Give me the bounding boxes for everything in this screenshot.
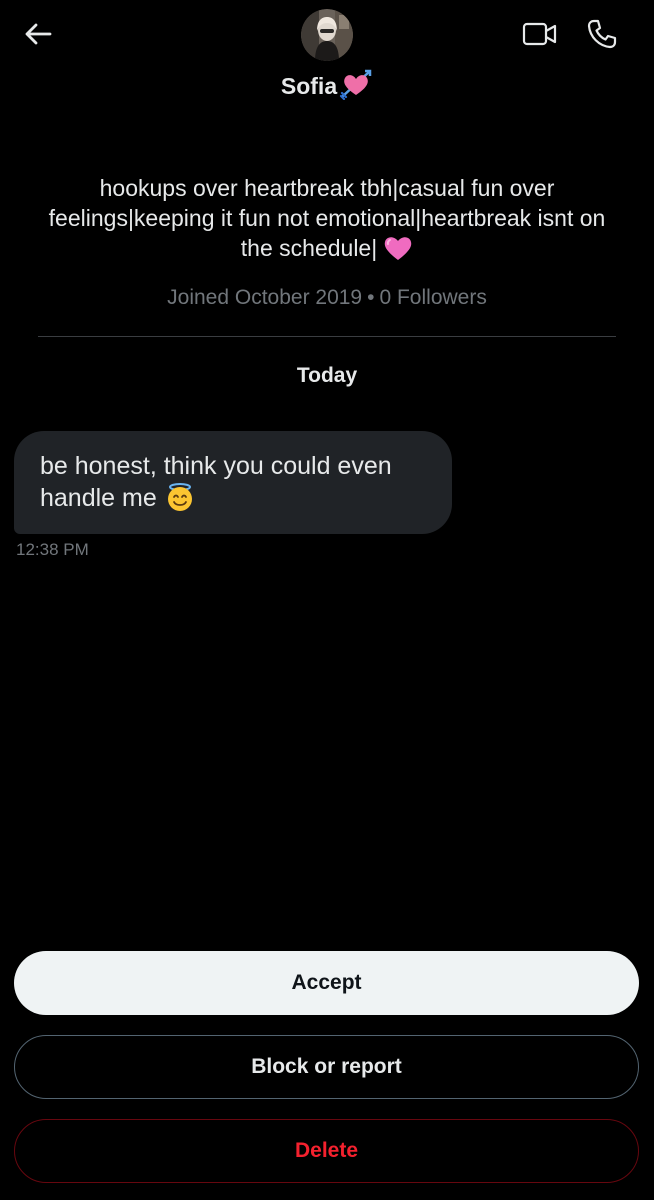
- message-timestamp: 12:38 PM: [16, 540, 89, 559]
- smiling-face-with-halo-icon: [165, 482, 195, 520]
- phone-icon: [586, 18, 618, 55]
- message-text: be honest, think you could even handle m…: [40, 452, 392, 512]
- message-bubble[interactable]: be honest, think you could even handle m…: [14, 431, 452, 534]
- video-call-button[interactable]: [520, 16, 560, 56]
- voice-call-button[interactable]: [582, 16, 622, 56]
- heart-with-arrow-icon: [339, 68, 373, 105]
- joined-date: Joined October 2019: [167, 286, 363, 309]
- back-button[interactable]: [16, 16, 60, 56]
- arrow-left-icon: [24, 22, 52, 51]
- video-camera-icon: [522, 21, 558, 52]
- followers-count[interactable]: 0 Followers: [379, 286, 486, 310]
- meta-separator: •: [367, 286, 375, 309]
- delete-button[interactable]: Delete: [14, 1119, 639, 1183]
- conversation-header-name[interactable]: Sofia: [0, 68, 654, 104]
- bio-text: hookups over heartbreak tbh|casual fun o…: [48, 175, 606, 261]
- date-separator: Today: [296, 364, 358, 387]
- accept-button[interactable]: Accept: [14, 951, 639, 1015]
- profile-bio: hookups over heartbreak tbh|casual fun o…: [40, 173, 614, 268]
- profile-meta: Joined October 2019 • 0 Followers: [0, 283, 654, 313]
- pink-heart-icon: [383, 234, 413, 268]
- avatar[interactable]: [301, 9, 353, 61]
- block-or-report-button[interactable]: Block or report: [14, 1035, 639, 1099]
- display-name: Sofia: [280, 72, 338, 99]
- divider: [38, 336, 616, 337]
